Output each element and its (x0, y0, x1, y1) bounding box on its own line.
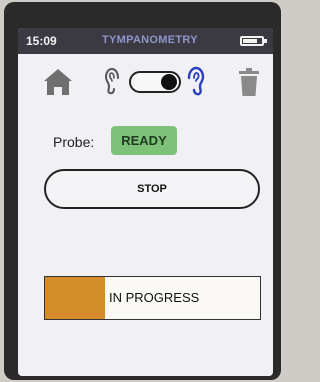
trash-icon[interactable] (238, 66, 260, 98)
progress-fill (45, 277, 106, 319)
status-bar: 15:09 TYMPANOMETRY (18, 28, 273, 54)
clock: 15:09 (26, 34, 57, 48)
progress-bar: IN PROGRESS (44, 276, 261, 320)
probe-status-badge: READY (111, 126, 177, 155)
device-bezel: 15:09 TYMPANOMETRY Probe: READY STOP IN … (4, 2, 281, 380)
ear-toggle-switch[interactable] (129, 71, 181, 93)
home-icon[interactable] (42, 66, 74, 98)
battery-icon (240, 36, 267, 46)
screen-title: TYMPANOMETRY (102, 34, 198, 46)
probe-label: Probe: (53, 134, 95, 150)
toggle-knob (161, 74, 177, 90)
ear-left-icon[interactable] (104, 66, 122, 96)
progress-label: IN PROGRESS (109, 290, 200, 305)
stop-button[interactable]: STOP (44, 169, 260, 209)
ear-right-icon[interactable] (185, 65, 205, 97)
screen: 15:09 TYMPANOMETRY Probe: READY STOP IN … (18, 28, 273, 376)
